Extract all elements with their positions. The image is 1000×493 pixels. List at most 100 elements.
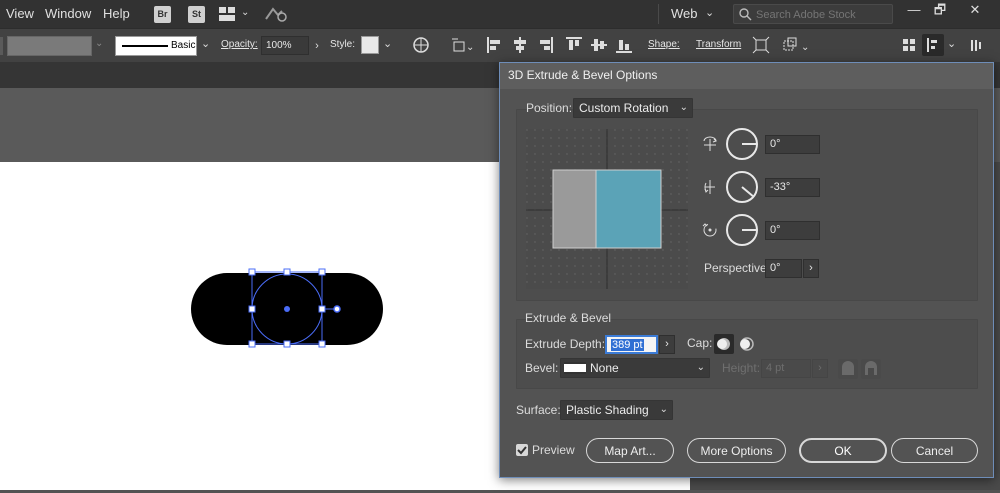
menu-window[interactable]: Window (45, 6, 91, 21)
more-options-button[interactable]: More Options (687, 438, 786, 463)
style-label: Style: (330, 39, 356, 50)
stroke-profile-chevron-icon[interactable]: ⌄ (201, 37, 210, 50)
align-vertical-center-icon[interactable] (590, 36, 608, 54)
stock-badge[interactable]: St (188, 6, 205, 23)
rotate-x-dial[interactable] (726, 128, 758, 160)
rotate-z-axis-icon (701, 221, 719, 239)
chevron-down-icon: ⌄ (679, 102, 688, 113)
bevel-out-button[interactable] (838, 359, 858, 379)
preview-label[interactable]: Preview (532, 443, 575, 457)
rotate-y-dial[interactable] (726, 171, 758, 203)
opacity-field[interactable]: 100% (261, 36, 309, 55)
panel-menu-icon[interactable] (968, 36, 986, 54)
search-icon (738, 6, 754, 22)
stroke-preview-line (122, 45, 168, 47)
style-chevron-icon[interactable]: ⌄ (383, 37, 392, 50)
svg-text:⌄: ⌄ (466, 42, 474, 53)
bridge-badge[interactable]: Br (154, 6, 171, 23)
bevel-label: Bevel: (525, 361, 559, 375)
gpu-performance-icon[interactable] (264, 5, 288, 23)
cap-label: Cap: (687, 336, 713, 350)
cube-front-face (596, 170, 661, 248)
fill-chevron-icon[interactable]: ⌄ (95, 38, 103, 49)
align-top-icon[interactable] (565, 36, 583, 54)
extrude-depth-label: Extrude Depth: (525, 337, 606, 351)
position-dropdown[interactable]: Custom Rotation ⌄ (573, 98, 693, 118)
select-similar-icon[interactable]: ⌄ (782, 36, 812, 54)
align-to-icon[interactable]: ⌄ (452, 36, 474, 54)
recolor-artwork-icon[interactable] (412, 36, 430, 54)
chevron-down-icon: ⌄ (696, 362, 705, 373)
perspective-field[interactable]: 0° (765, 259, 802, 278)
opacity-label[interactable]: Opacity: (221, 39, 258, 50)
position-value: Custom Rotation (579, 101, 669, 115)
perspective-label: Perspective: (704, 261, 771, 275)
position-label: Position: (526, 101, 573, 115)
rotate-y-field[interactable]: -33° (765, 178, 820, 197)
transform-link[interactable]: Transform (696, 39, 741, 50)
stock-search-box[interactable] (733, 4, 893, 24)
stroke-profile-select[interactable]: Basic (115, 36, 197, 56)
rotate-z-dial[interactable] (726, 214, 758, 246)
extrude-bevel-dialog: 3D Extrude & Bevel Options Position: Cus… (499, 62, 994, 478)
workspace-chevron-icon[interactable]: ⌄ (705, 6, 714, 19)
extrude-depth-slider-button[interactable]: › (659, 335, 675, 354)
control-bar-grip[interactable] (0, 37, 3, 55)
arrange-chevron-icon[interactable]: ⌄ (241, 7, 249, 18)
cancel-button[interactable]: Cancel (891, 438, 978, 463)
dialog-title[interactable]: 3D Extrude & Bevel Options (500, 63, 993, 89)
fill-swatch[interactable] (7, 36, 92, 56)
height-label: Height: (722, 361, 761, 375)
align-right-icon[interactable] (536, 36, 554, 54)
selection-center-point (284, 306, 290, 312)
rotate-x-field[interactable]: 0° (765, 135, 820, 154)
close-window-button[interactable]: ✕ (959, 0, 991, 22)
restore-button[interactable]: 🗗 (924, 0, 956, 22)
height-field[interactable]: 4 pt (761, 359, 811, 378)
align-bottom-icon[interactable] (615, 36, 633, 54)
workspace-switcher[interactable]: Web (671, 6, 698, 21)
surface-label: Surface: (516, 403, 561, 417)
bevel-in-button[interactable] (861, 359, 881, 379)
track-cube-preview[interactable] (526, 129, 688, 289)
menu-bar: View Window Help Br St ⌄ Web ⌄ — 🗗 ✕ (0, 0, 1000, 28)
extrude-bevel-heading: Extrude & Bevel (525, 311, 612, 325)
align-left-icon[interactable] (486, 36, 504, 54)
preview-checkbox[interactable] (516, 444, 528, 456)
rotate-y-axis-icon (701, 178, 719, 196)
svg-text:⌄: ⌄ (801, 42, 809, 53)
surface-dropdown[interactable]: Plastic Shading ⌄ (560, 400, 673, 420)
menu-view[interactable]: View (6, 6, 34, 21)
ok-button[interactable]: OK (799, 438, 887, 463)
isolate-object-icon[interactable] (752, 36, 770, 54)
extrude-depth-field[interactable]: 389 pt (605, 335, 658, 354)
align-horizontal-center-icon[interactable] (511, 36, 529, 54)
surface-value: Plastic Shading (566, 403, 649, 417)
arrange-documents-icon[interactable] (219, 7, 235, 21)
map-art-button[interactable]: Map Art... (586, 438, 674, 463)
search-input[interactable] (756, 7, 890, 22)
perspective-slider-button[interactable]: › (803, 259, 819, 278)
cap-off-button[interactable] (737, 334, 757, 354)
opacity-flyout-button[interactable]: › (310, 36, 324, 56)
panel-grid-icon[interactable] (900, 36, 918, 54)
extrude-depth-value: 389 pt (611, 339, 644, 351)
graphic-style-swatch[interactable] (361, 36, 379, 54)
pie-widget-handle (333, 305, 341, 313)
bevel-preview-swatch (564, 362, 586, 374)
stroke-style-label: Basic (171, 40, 196, 51)
cap-on-button[interactable] (714, 334, 734, 354)
properties-chevron-icon[interactable]: ⌄ (947, 37, 956, 50)
shape-properties-link[interactable]: Shape: (648, 39, 680, 50)
rotate-z-field[interactable]: 0° (765, 221, 820, 240)
bevel-dropdown[interactable]: None ⌄ (560, 358, 710, 378)
chevron-down-icon: ⌄ (659, 404, 668, 415)
rotate-x-axis-icon (701, 136, 719, 154)
cube-left-face (553, 170, 596, 248)
menu-help[interactable]: Help (103, 6, 130, 21)
properties-panel-toggle[interactable] (922, 34, 944, 56)
height-slider-button[interactable]: › (812, 359, 828, 378)
bevel-value: None (590, 361, 619, 375)
menu-divider (658, 4, 659, 24)
control-bar: ⌄ Basic ⌄ Opacity: 100% › Style: ⌄ ⌄ Sha… (0, 28, 1000, 62)
